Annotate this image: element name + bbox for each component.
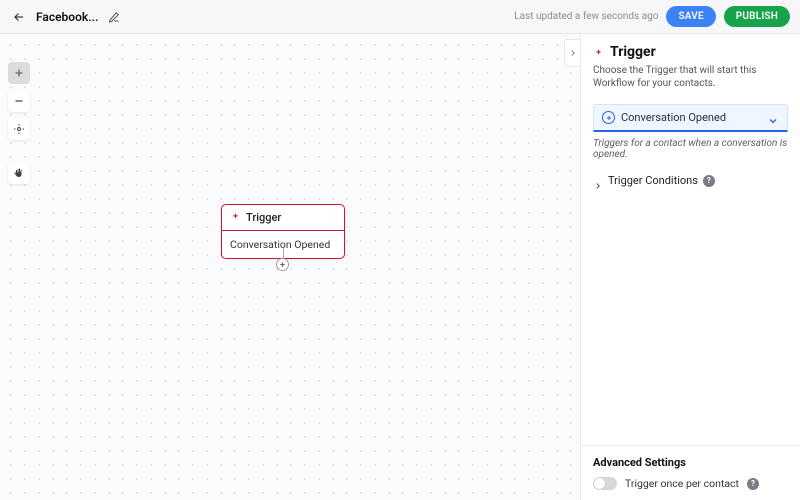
chevron-down-icon bbox=[767, 112, 779, 124]
sidebar-description: Choose the Trigger that will start this … bbox=[593, 64, 788, 90]
trigger-conditions-toggle[interactable]: Trigger Conditions ? bbox=[593, 174, 788, 187]
trigger-helper-text: Triggers for a contact when a conversati… bbox=[593, 138, 788, 160]
save-button[interactable]: SAVE bbox=[666, 6, 715, 27]
advanced-settings-title: Advanced Settings bbox=[593, 456, 788, 469]
spark-icon bbox=[230, 212, 241, 223]
canvas-grid bbox=[0, 34, 580, 500]
add-step-button[interactable] bbox=[276, 258, 289, 271]
pan-button[interactable] bbox=[8, 162, 30, 184]
pencil-icon[interactable] bbox=[106, 9, 122, 25]
trigger-once-label: Trigger once per contact bbox=[625, 477, 739, 490]
workflow-title: Facebook... bbox=[36, 10, 98, 24]
trigger-select[interactable]: Conversation Opened bbox=[593, 104, 788, 132]
help-icon[interactable]: ? bbox=[703, 175, 715, 187]
last-updated-text: Last updated a few seconds ago bbox=[514, 11, 658, 22]
back-button[interactable] bbox=[10, 8, 28, 26]
help-icon[interactable]: ? bbox=[747, 478, 759, 490]
publish-button[interactable]: PUBLISH bbox=[724, 6, 790, 27]
trigger-conditions-label: Trigger Conditions bbox=[608, 174, 698, 187]
node-title: Trigger bbox=[246, 211, 281, 224]
zoom-out-button[interactable] bbox=[8, 90, 30, 112]
recenter-button[interactable] bbox=[8, 118, 30, 140]
canvas[interactable]: Trigger Conversation Opened bbox=[0, 34, 580, 500]
sidebar: Trigger Choose the Trigger that will sta… bbox=[580, 34, 800, 500]
spark-icon bbox=[593, 47, 604, 58]
trigger-once-toggle[interactable] bbox=[593, 477, 617, 490]
collapse-sidebar-button[interactable] bbox=[564, 39, 580, 67]
sidebar-title: Trigger bbox=[610, 44, 656, 60]
trigger-select-value: Conversation Opened bbox=[621, 111, 726, 124]
plus-circle-icon bbox=[602, 111, 615, 124]
top-bar: Facebook... Last updated a few seconds a… bbox=[0, 0, 800, 34]
zoom-in-button[interactable] bbox=[8, 62, 30, 84]
chevron-right-icon bbox=[593, 176, 603, 186]
